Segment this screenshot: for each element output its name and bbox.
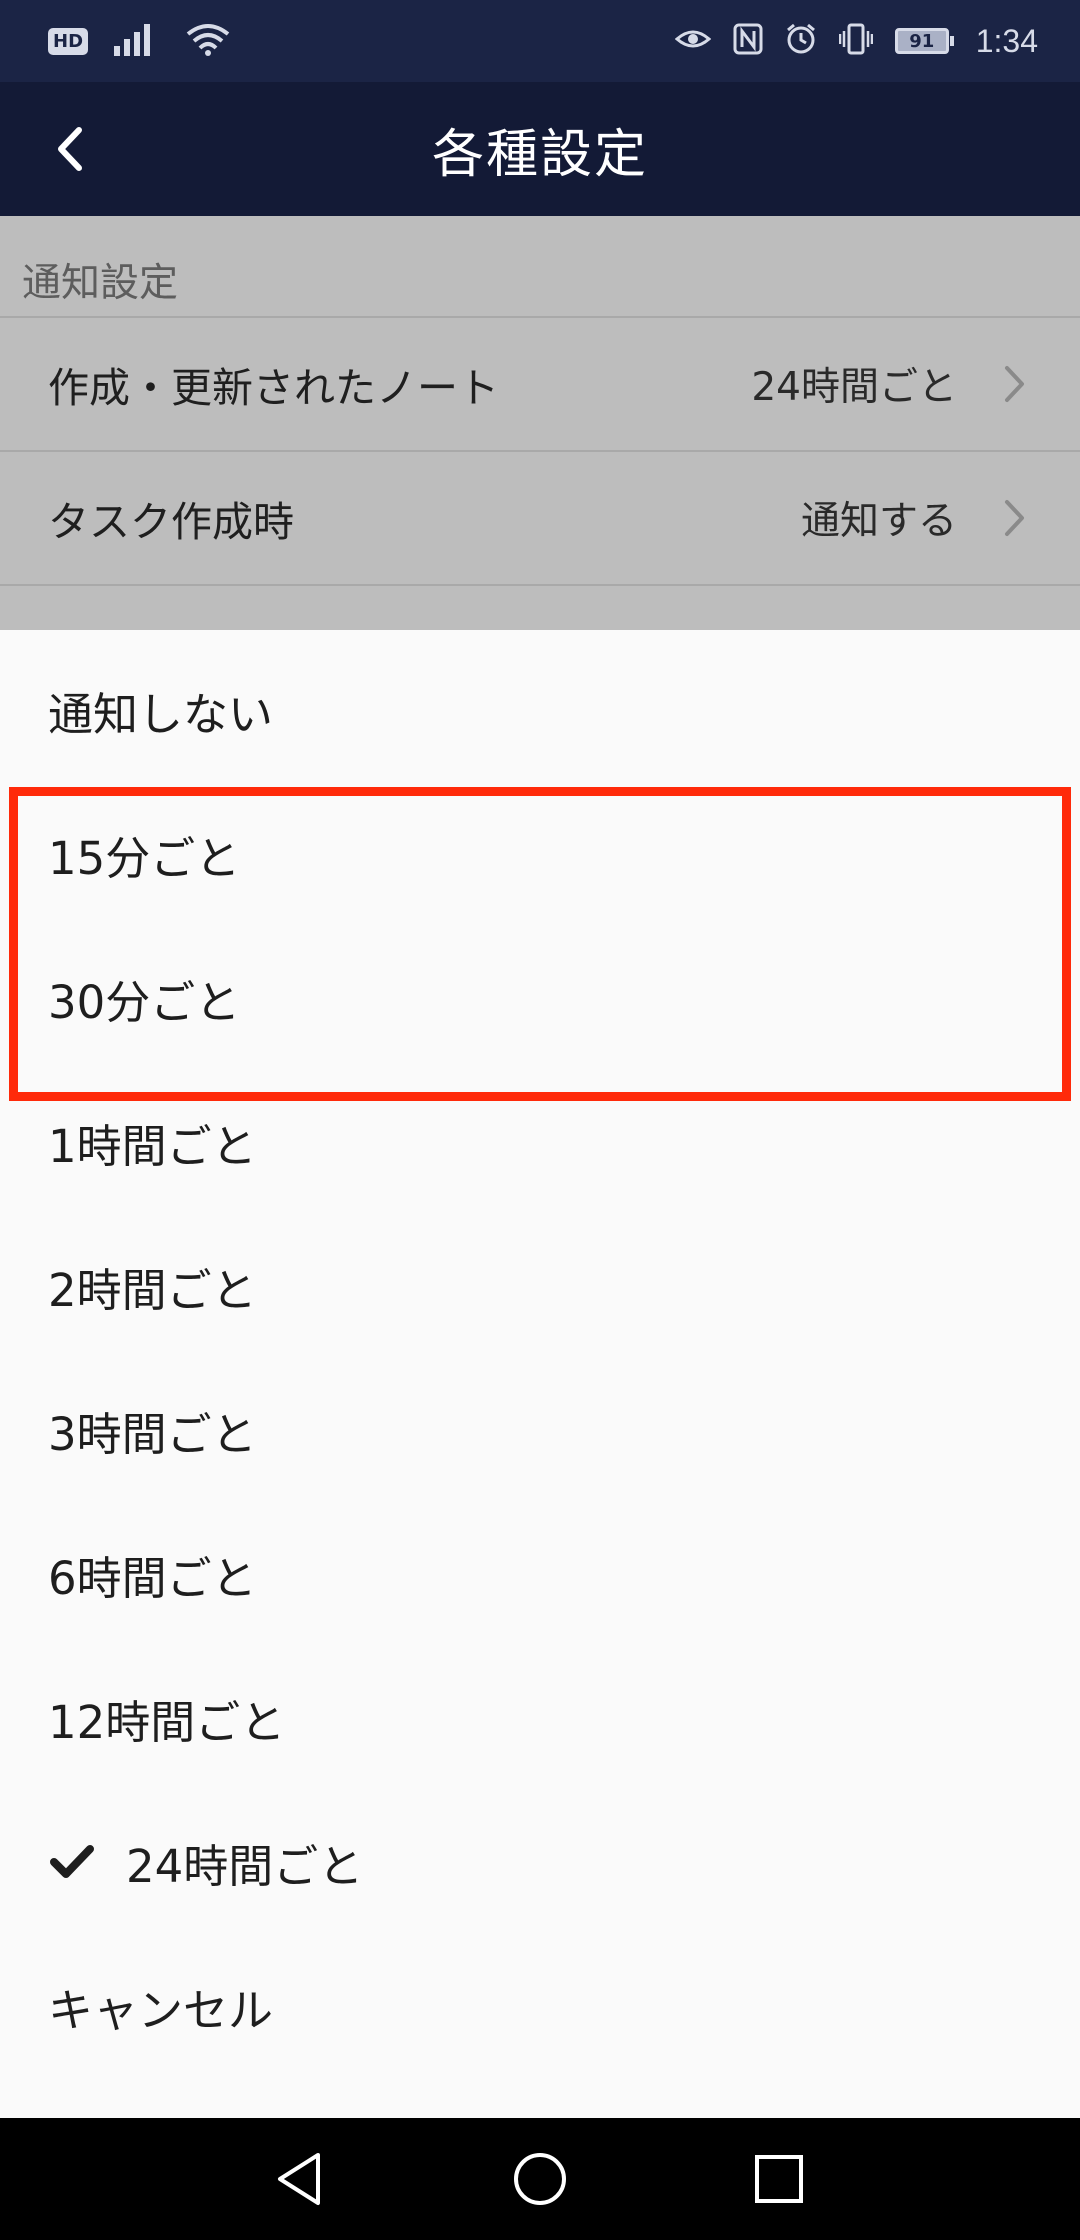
app-bar: 各種設定 <box>0 82 1080 216</box>
navigation-bar <box>0 2118 1080 2240</box>
option-3h[interactable]: 3時間ごと <box>0 1358 1080 1502</box>
option-label: 15分ごと <box>48 831 241 885</box>
setting-value: 通知する <box>800 499 957 544</box>
divider <box>0 584 1080 586</box>
setting-label: タスク作成時 <box>48 498 294 546</box>
recents-square-icon <box>755 2155 803 2203</box>
nav-back-button[interactable] <box>258 2138 340 2220</box>
chevron-left-icon <box>58 127 82 171</box>
chevron-right-icon <box>1005 500 1024 536</box>
option-label: 1時間ごと <box>48 1119 257 1173</box>
option-6h[interactable]: 6時間ごと <box>0 1502 1080 1646</box>
nfc-icon <box>733 23 763 59</box>
option-label: 24時間ごと <box>126 1839 364 1893</box>
option-24h[interactable]: 24時間ごと <box>0 1790 1080 1934</box>
status-bar-left: HD <box>48 0 230 82</box>
vibrate-icon <box>838 23 873 59</box>
option-label: 通知しない <box>48 687 274 741</box>
status-bar-right: 91 1:34 <box>674 0 1038 82</box>
option-label: 6時間ごと <box>48 1551 257 1605</box>
option-30min[interactable]: 30分ごと <box>0 926 1080 1070</box>
setting-value: 24時間ごと <box>751 365 957 410</box>
option-label: 3時間ごと <box>48 1407 257 1461</box>
option-12h[interactable]: 12時間ごと <box>0 1646 1080 1790</box>
eye-comfort-icon <box>674 25 711 57</box>
option-1h[interactable]: 1時間ごと <box>0 1070 1080 1214</box>
status-clock: 1:34 <box>975 22 1038 59</box>
option-label: 2時間ごと <box>48 1263 257 1317</box>
back-button[interactable] <box>34 112 108 186</box>
option-2h[interactable]: 2時間ごと <box>0 1214 1080 1358</box>
option-label: 30分ごと <box>48 975 241 1029</box>
battery-icon: 91 <box>894 28 954 54</box>
cancel-label: キャンセル <box>48 1983 274 2037</box>
chevron-right-icon <box>1005 366 1024 402</box>
back-triangle-icon <box>278 2153 320 2205</box>
battery-tip <box>949 36 954 46</box>
section-header: 通知設定 <box>22 261 179 306</box>
wifi-icon <box>186 22 230 60</box>
option-none[interactable]: 通知しない <box>0 638 1080 782</box>
setting-row-task-notification[interactable]: タスク作成時 通知する <box>0 450 1080 582</box>
screen: HD 91 1:34 各種設定 通知設定 作成・更新されたノート 24時間ごと … <box>0 0 1080 2240</box>
nav-home-button[interactable] <box>499 2138 581 2220</box>
alarm-icon <box>785 23 817 59</box>
home-circle-icon <box>514 2153 566 2205</box>
option-label: 12時間ごと <box>48 1695 286 1749</box>
options-sheet: 通知しない 15分ごと 30分ごと 1時間ごと 2時間ごと 3時間ごと 6時間ご… <box>0 630 1080 2118</box>
status-bar: HD 91 1:34 <box>0 0 1080 82</box>
hd-badge: HD <box>48 27 89 55</box>
settings-list: 通知設定 作成・更新されたノート 24時間ごと タスク作成時 通知する <box>0 216 1080 630</box>
option-15min[interactable]: 15分ごと <box>0 782 1080 926</box>
setting-label: 作成・更新されたノート <box>48 364 499 412</box>
checkmark-icon <box>48 1838 96 1886</box>
cancel-button[interactable]: キャンセル <box>0 1934 1080 2078</box>
nav-recents-button[interactable] <box>738 2138 820 2220</box>
setting-row-note-notification[interactable]: 作成・更新されたノート 24時間ごと <box>0 316 1080 448</box>
page-title: 各種設定 <box>431 124 648 185</box>
battery-level: 91 <box>894 28 949 54</box>
signal-icon <box>114 22 160 60</box>
